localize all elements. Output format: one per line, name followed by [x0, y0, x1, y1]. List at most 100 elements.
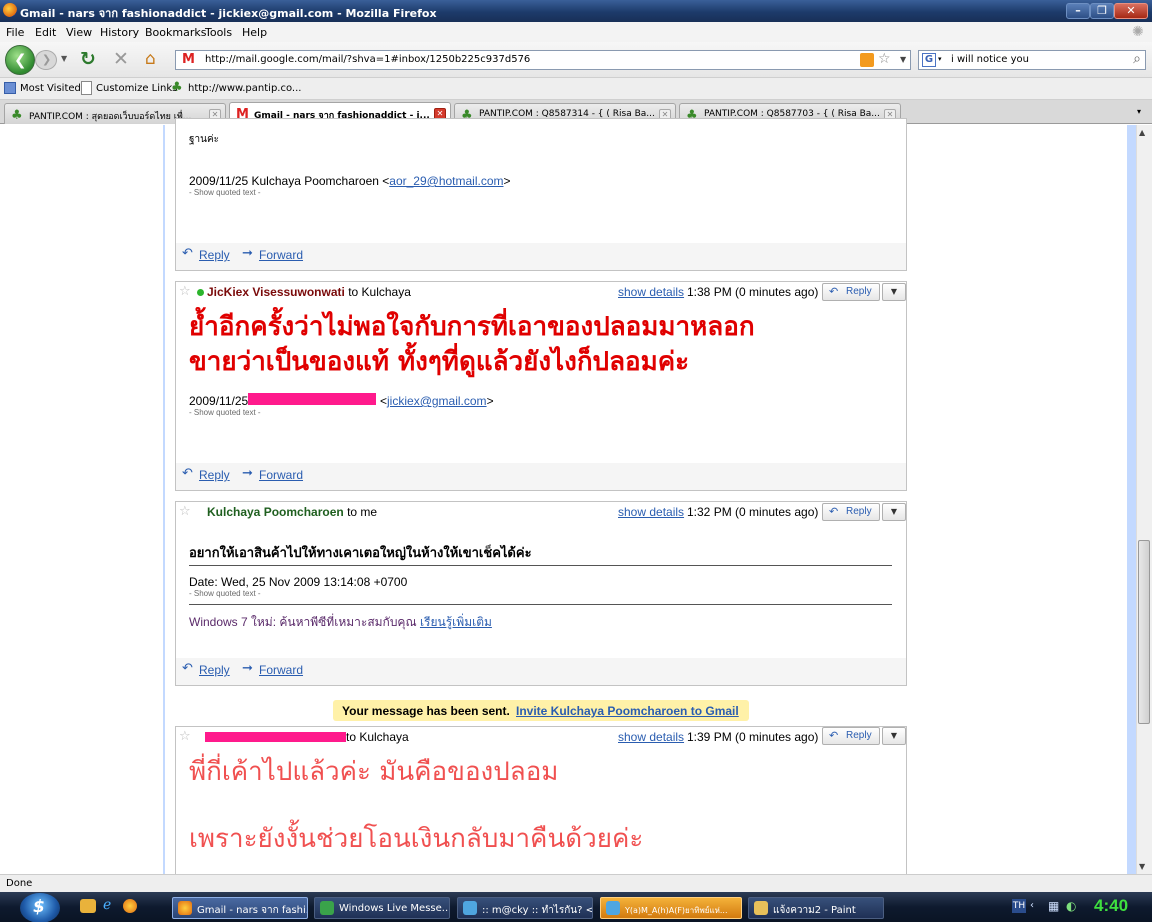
- ad-learn-more-link[interactable]: เรียนรู้เพิ่มเติม: [420, 615, 492, 629]
- search-engine-dropdown-icon[interactable]: ▾: [938, 55, 942, 63]
- star-icon[interactable]: ☆: [179, 729, 191, 744]
- magnifier-icon[interactable]: ⌕: [1133, 51, 1141, 67]
- forward-link[interactable]: Forward: [259, 468, 303, 482]
- back-button[interactable]: ❮: [5, 45, 35, 75]
- ebay-quicklaunch-icon[interactable]: [80, 899, 96, 913]
- message-card-kulchaya: [175, 501, 907, 686]
- messenger-icon: [606, 901, 620, 915]
- bookmarks-toolbar: Most Visited Customize Links ♣ http://ww…: [0, 78, 1152, 100]
- quote-email-link[interactable]: aor_29@hotmail.com: [389, 174, 503, 188]
- menu-bar: File Edit View History Bookmarks Tools H…: [0, 22, 1152, 42]
- message-body: อยากให้เอาสินค้าไปให้ทางเคาเตอใหญ่ในห้าง…: [189, 546, 532, 561]
- input-language[interactable]: TH: [1012, 899, 1026, 913]
- scroll-down-icon[interactable]: ▼: [1139, 862, 1145, 871]
- stop-icon[interactable]: ✕: [113, 48, 129, 70]
- redaction-bar: [205, 732, 346, 742]
- pantip-cactus-icon: ♣: [11, 108, 23, 123]
- menu-history[interactable]: History: [100, 26, 139, 39]
- more-options-dropdown[interactable]: ▼: [882, 727, 906, 745]
- minimize-button[interactable]: –: [1066, 3, 1090, 19]
- show-quoted-text-link[interactable]: - Show quoted text -: [189, 589, 261, 598]
- menu-help[interactable]: Help: [242, 26, 267, 39]
- home-icon[interactable]: ⌂: [145, 49, 156, 69]
- taskbar-label: Y(a)M_A(h)A(F)ยาทิพย์แห่...: [625, 906, 728, 915]
- forward-link[interactable]: Forward: [259, 663, 303, 677]
- message-header: JicKiex Visessuwonwati to Kulchaya: [207, 285, 411, 299]
- sender-name[interactable]: Kulchaya Poomcharoen: [207, 505, 344, 519]
- clock[interactable]: 4:40: [1094, 896, 1128, 916]
- message-date: Date: Wed, 25 Nov 2009 13:14:08 +0700: [189, 575, 408, 589]
- tray-expand-icon[interactable]: ‹: [1030, 900, 1034, 911]
- reply-arrow-icon: ↶: [829, 730, 839, 742]
- start-button[interactable]: $: [20, 893, 60, 922]
- sender-name[interactable]: JicKiex Visessuwonwati: [207, 285, 345, 299]
- close-button[interactable]: ✕: [1114, 3, 1148, 19]
- forward-button[interactable]: ❯: [35, 50, 57, 70]
- menu-file[interactable]: File: [6, 26, 24, 39]
- reply-arrow-icon: ↶: [182, 661, 193, 676]
- google-search-icon[interactable]: G: [922, 53, 936, 67]
- url-text: http://mail.google.com/mail/?shva=1#inbo…: [205, 54, 531, 65]
- window-title: Gmail - nars จาก fashionaddict - jickiex…: [20, 7, 437, 20]
- bookmark-pantip[interactable]: http://www.pantip.co...: [188, 83, 301, 94]
- quote-header: 2009/11/25 Kulchaya Poomcharoen <aor_29@…: [189, 174, 511, 188]
- back-arrow-icon: ❮: [14, 51, 27, 69]
- maximize-button[interactable]: ❐: [1090, 3, 1114, 19]
- more-options-dropdown[interactable]: ▼: [882, 503, 906, 521]
- reload-icon[interactable]: ↻: [80, 48, 96, 70]
- volume-icon[interactable]: ◐: [1066, 899, 1076, 913]
- show-details-link[interactable]: show details: [618, 730, 684, 744]
- search-box[interactable]: G ▾ i will notice you ⌕: [918, 50, 1146, 70]
- taskbar-item-chat1[interactable]: :: m@cky :: ทำไรกัน? <...: [457, 897, 593, 919]
- forward-arrow-icon: ❯: [42, 53, 52, 66]
- recipient: to Kulchaya: [346, 730, 409, 744]
- reply-link[interactable]: Reply: [199, 663, 230, 677]
- reply-button[interactable]: ↶ Reply: [822, 727, 880, 745]
- taskbar-item-paint[interactable]: แจ้งความ2 - Paint: [748, 897, 884, 919]
- star-icon[interactable]: ☆: [179, 504, 191, 519]
- reply-button[interactable]: ↶ Reply: [822, 283, 880, 301]
- history-dropdown-icon[interactable]: ▼: [61, 54, 67, 63]
- bookmark-most-visited[interactable]: Most Visited: [20, 83, 81, 94]
- taskbar-item-messenger[interactable]: Windows Live Messe...: [314, 897, 450, 919]
- show-quoted-text-link[interactable]: - Show quoted text -: [189, 408, 261, 417]
- show-details-link[interactable]: show details: [618, 505, 684, 519]
- page-left-border: [163, 125, 165, 874]
- network-icon[interactable]: ▦: [1048, 899, 1059, 913]
- quote-date: 2009/11/25: [189, 394, 249, 408]
- reply-link[interactable]: Reply: [199, 468, 230, 482]
- address-bar[interactable]: M http://mail.google.com/mail/?shva=1#in…: [175, 50, 911, 70]
- invite-link[interactable]: Invite Kulchaya Poomcharoen to Gmail: [516, 704, 739, 718]
- bookmark-customize-links[interactable]: Customize Links: [96, 83, 177, 94]
- taskbar-item-gmail[interactable]: Gmail - nars จาก fashi...: [172, 897, 308, 919]
- taskbar-item-chat2[interactable]: Y(a)M_A(h)A(F)ยาทิพย์แห่...: [600, 897, 742, 919]
- menu-edit[interactable]: Edit: [35, 26, 56, 39]
- forward-link[interactable]: Forward: [259, 248, 303, 262]
- reply-link[interactable]: Reply: [199, 248, 230, 262]
- scrollbar-thumb[interactable]: [1138, 540, 1150, 724]
- most-visited-icon: [4, 82, 16, 94]
- bookmark-star-icon[interactable]: ☆: [878, 51, 891, 67]
- taskbar-label: Windows Live Messe...: [339, 903, 450, 914]
- quote-email-link[interactable]: jickiex@gmail.com: [387, 394, 487, 408]
- firefox-quicklaunch-icon[interactable]: [123, 899, 137, 913]
- paint-icon: [754, 901, 768, 915]
- scrollbar[interactable]: [1136, 125, 1152, 874]
- url-dropdown-icon[interactable]: ▼: [900, 55, 906, 64]
- reply-button[interactable]: ↶ Reply: [822, 503, 880, 521]
- message-body-line2: เพราะยังงั้นช่วยโอนเงินกลับมาคืนด้วยค่ะ: [189, 824, 644, 854]
- show-quoted-text-link[interactable]: - Show quoted text -: [189, 188, 261, 197]
- reply-arrow-icon: ↶: [182, 246, 193, 261]
- show-details-link[interactable]: show details: [618, 285, 684, 299]
- online-status-icon: [197, 289, 204, 296]
- forward-arrow-icon: ➞: [242, 466, 253, 481]
- menu-bookmarks[interactable]: Bookmarks: [145, 26, 206, 39]
- scroll-up-icon[interactable]: ▲: [1139, 128, 1145, 137]
- tab-list-dropdown-icon[interactable]: ▾: [1137, 107, 1141, 116]
- more-options-dropdown[interactable]: ▼: [882, 283, 906, 301]
- menu-view[interactable]: View: [66, 26, 92, 39]
- star-icon[interactable]: ☆: [179, 284, 191, 299]
- menu-tools[interactable]: Tools: [205, 26, 232, 39]
- rss-icon[interactable]: [860, 53, 874, 67]
- ie-quicklaunch-icon[interactable]: ℯ: [103, 897, 111, 913]
